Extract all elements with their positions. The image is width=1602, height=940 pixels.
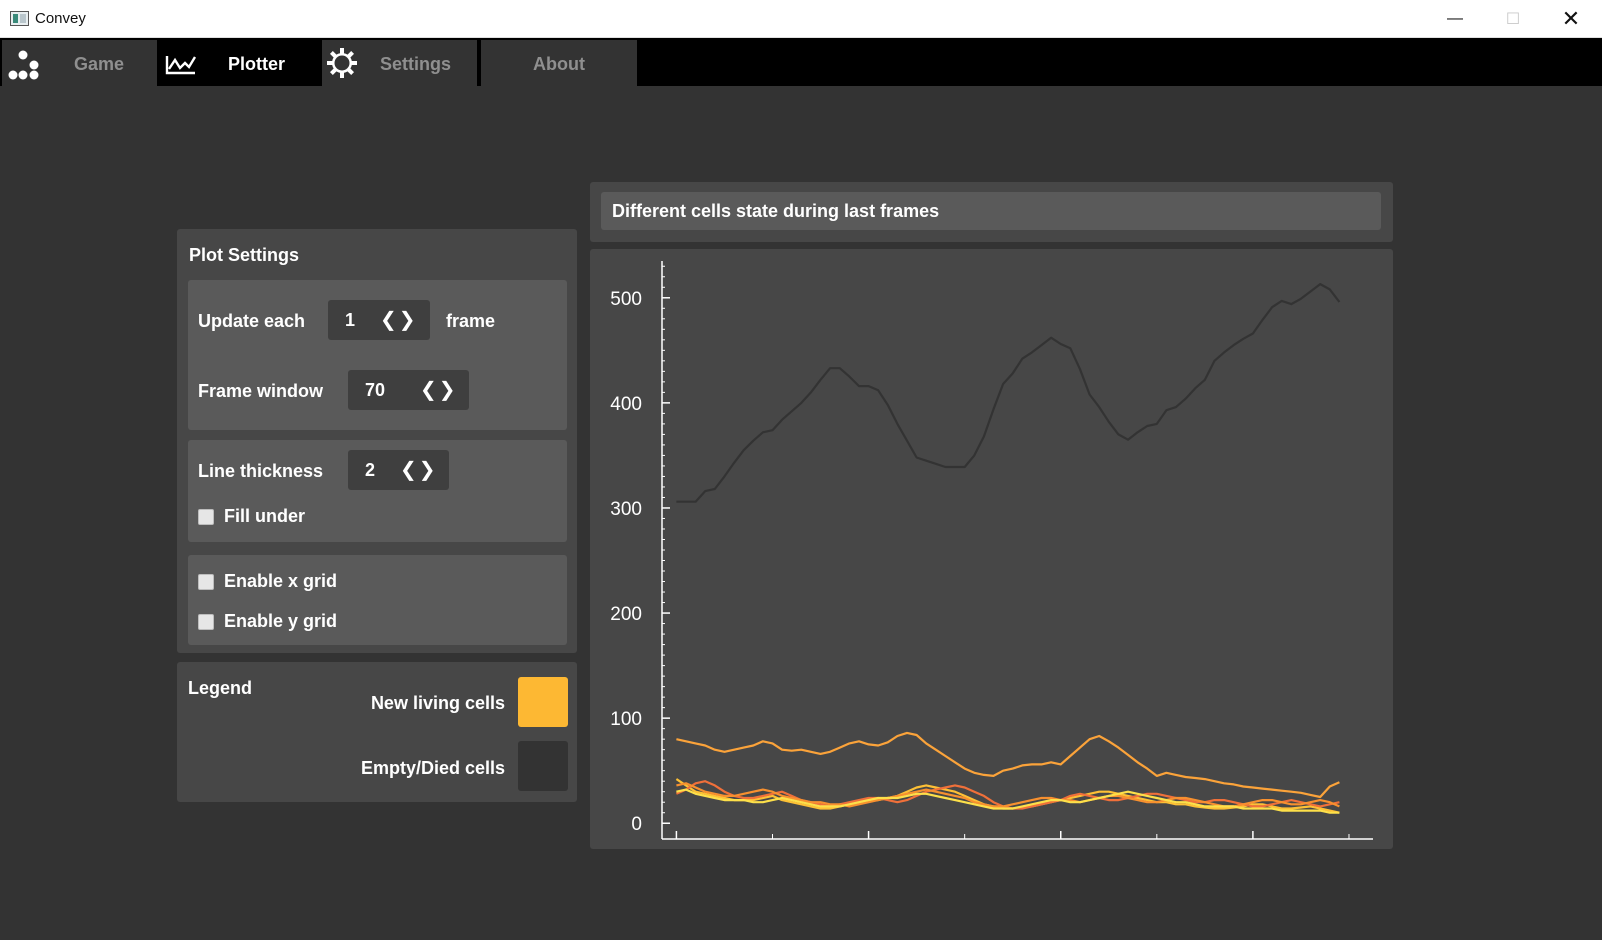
line-thickness-arrows-icon[interactable]: ❮❯: [400, 457, 438, 482]
frame-window-spinbox[interactable]: 70 ❮❯: [348, 370, 469, 410]
tab-settings[interactable]: Settings: [322, 40, 477, 86]
line-thickness-label: Line thickness: [198, 461, 324, 481]
y-tick-label: 100: [610, 709, 642, 730]
new-living-cells-color-swatch[interactable]: [518, 677, 568, 727]
tab-bar: Game Plotter Settings About: [0, 38, 1602, 86]
tab-about-label: About: [533, 54, 585, 74]
fill-under-label: Fill under: [224, 506, 305, 526]
y-grid-label: Enable y grid: [224, 611, 338, 631]
y-tick-label: 500: [610, 289, 642, 310]
plot-icon: [165, 56, 197, 75]
legend-panel: Legend New living cells Empty/Died cells: [177, 662, 577, 802]
chart-title-box: Different cells state during last frames: [601, 192, 1381, 230]
tab-game-label: Game: [74, 54, 125, 74]
grid-settings-section: Enable x grid Enable y grid: [188, 555, 567, 645]
minimize-button[interactable]: —: [1426, 0, 1484, 38]
y-tick-label: 200: [610, 604, 642, 625]
line-thickness-spinbox[interactable]: 2 ❮❯: [348, 450, 449, 490]
x-grid-checkbox[interactable]: [198, 574, 214, 590]
y-tick-label: 300: [610, 499, 642, 520]
gear-icon: [327, 48, 357, 78]
app-icon: [10, 11, 29, 26]
tab-plotter-label: Plotter: [228, 54, 286, 74]
frame-window-value: 70: [365, 380, 386, 400]
tab-plotter[interactable]: Plotter: [157, 40, 320, 86]
update-settings-section: Update each 1 ❮❯ frame Frame window 70 ❮…: [188, 280, 567, 430]
update-each-spinbox[interactable]: 1 ❮❯: [328, 300, 430, 340]
frame-window-arrows-icon[interactable]: ❮❯: [420, 377, 458, 402]
update-each-value: 1: [345, 310, 356, 330]
legend-item-label: New living cells: [370, 693, 505, 713]
y-tick-label: 400: [610, 394, 642, 415]
y-grid-checkbox[interactable]: [198, 614, 214, 630]
line-settings-section: Line thickness 2 ❮❯ Fill under: [188, 440, 567, 542]
series-line: [676, 282, 1341, 503]
tab-game[interactable]: Game: [2, 40, 157, 86]
legend-item-label: Empty/Died cells: [360, 758, 505, 778]
close-button[interactable]: ✕: [1542, 0, 1600, 38]
plot-settings-title: Plot Settings: [189, 245, 300, 265]
tab-about[interactable]: About: [481, 40, 637, 86]
frame-window-label: Frame window: [198, 381, 324, 401]
window-title: Convey: [35, 10, 86, 27]
series-line: [676, 731, 1340, 799]
chart-title: Different cells state during last frames: [612, 201, 940, 221]
update-each-label: Update each: [198, 311, 306, 331]
maximize-button[interactable]: ☐: [1484, 0, 1542, 38]
y-tick-label: 0: [631, 814, 642, 835]
plot-settings-panel: Plot Settings Update each 1 ❮❯ frame Fra…: [177, 229, 577, 653]
line-chart: 0 100 200 300 400 500: [610, 261, 1373, 840]
title-bar: Convey — ☐ ✕: [0, 0, 1602, 38]
update-each-arrows-icon[interactable]: ❮❯: [380, 307, 418, 332]
legend-title: Legend: [188, 678, 253, 698]
empty-died-cells-color-swatch[interactable]: [518, 741, 568, 791]
tab-settings-label: Settings: [380, 54, 452, 74]
fill-under-checkbox[interactable]: [198, 509, 214, 525]
update-each-suffix: frame: [446, 311, 496, 331]
line-thickness-value: 2: [365, 460, 376, 480]
chart-panel: 0 100 200 300 400 500: [590, 249, 1393, 849]
chart-title-panel: Different cells state during last frames: [590, 182, 1393, 242]
cells-icon: [8, 50, 39, 80]
x-grid-label: Enable x grid: [224, 571, 338, 591]
